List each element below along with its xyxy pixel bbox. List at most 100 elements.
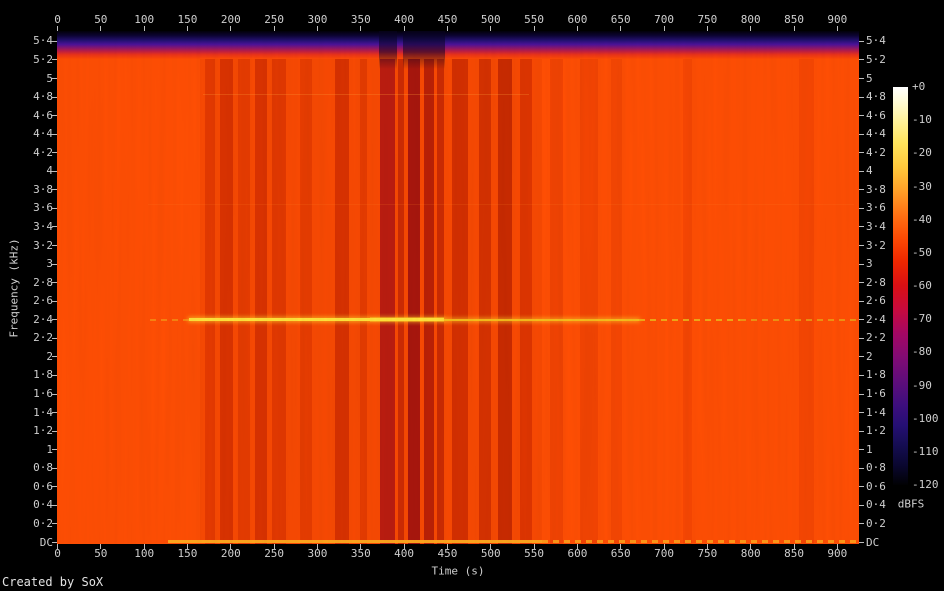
time-tick-label: 350: [350, 13, 371, 26]
freq-tick-mark: [859, 96, 864, 98]
time-tick-mark: [793, 544, 795, 549]
freq-tick-mark: [52, 170, 57, 172]
freq-tick-mark: [52, 504, 57, 506]
freq-tick-label: 3·2: [866, 238, 886, 252]
time-tick-label: 100: [134, 547, 155, 560]
freq-tick-mark: [52, 96, 57, 98]
freq-tick-mark: [52, 133, 57, 135]
freq-tick-label: 5·2: [866, 52, 886, 66]
db-tick-label: -50: [912, 245, 932, 259]
time-tick-mark: [403, 26, 405, 31]
time-tick-label: 50: [94, 13, 108, 26]
time-tick-mark: [620, 26, 622, 31]
freq-tick-mark: [859, 542, 864, 543]
freq-tick-label: 5: [866, 71, 873, 85]
time-tick-label: 600: [567, 547, 588, 560]
freq-tick-label: 1·6: [33, 387, 53, 401]
db-tick-label: -120: [912, 478, 939, 491]
time-tick-label: 400: [394, 13, 415, 26]
db-tick-label: -40: [912, 212, 932, 226]
freq-tick-mark: [859, 78, 864, 79]
time-tick-mark: [576, 544, 578, 549]
freq-tick-mark: [859, 412, 864, 414]
time-tick-mark: [836, 544, 838, 549]
time-tick-mark: [793, 26, 795, 31]
time-tick-label: 100: [134, 13, 155, 26]
freq-tick-label: 3·6: [33, 201, 53, 215]
freq-tick-mark: [859, 226, 864, 228]
time-tick-label: 0: [54, 13, 61, 26]
time-tick-mark: [273, 26, 275, 31]
freq-tick-mark: [52, 430, 57, 432]
freq-tick-label: 4·2: [866, 145, 886, 159]
freq-tick-mark: [859, 115, 864, 117]
freq-tick-mark: [52, 115, 57, 117]
freq-tick-mark: [52, 78, 57, 79]
freq-tick-label: 4·8: [33, 90, 53, 104]
time-tick-label: 300: [307, 13, 328, 26]
time-tick-mark: [446, 544, 448, 549]
freq-tick-label: 2·8: [33, 275, 53, 289]
freq-tick-label: 5·2: [33, 52, 53, 66]
time-tick-label: 150: [177, 547, 198, 560]
freq-tick-mark: [859, 337, 864, 339]
time-tick-label: 200: [220, 13, 241, 26]
freq-tick-mark: [859, 282, 864, 284]
time-tick-mark: [100, 26, 102, 31]
time-tick-label: 400: [394, 547, 415, 560]
time-tick-mark: [663, 26, 665, 31]
freq-tick-label: 4·6: [866, 108, 886, 122]
time-tick-label: 800: [740, 13, 761, 26]
freq-tick-label: 0·6: [33, 479, 53, 493]
freq-tick-mark: [52, 59, 57, 61]
freq-tick-mark: [52, 282, 57, 284]
time-tick-mark: [446, 26, 448, 31]
time-tick-mark: [230, 544, 232, 549]
freq-tick-mark: [52, 337, 57, 339]
spectrogram-plot: [57, 31, 859, 544]
time-tick-label: 200: [220, 547, 241, 560]
db-tick-label: -10: [912, 113, 932, 127]
freq-tick-mark: [52, 207, 57, 209]
freq-tick-mark: [859, 189, 864, 191]
time-tick-label: 450: [437, 547, 458, 560]
freq-tick-label: 4: [46, 164, 53, 178]
freq-tick-label: 0·4: [866, 498, 886, 512]
db-tick-label: -110: [912, 444, 939, 458]
freq-tick-label: 3: [46, 257, 53, 271]
db-tick-label: -20: [912, 146, 932, 160]
noise-texture: [57, 31, 859, 544]
time-tick-mark: [750, 544, 752, 549]
dbfs-colorbar: [893, 87, 908, 485]
freq-tick-mark: [859, 207, 864, 209]
freq-tick-label: 5: [46, 71, 53, 85]
freq-tick-label: 2·2: [866, 331, 886, 345]
freq-tick-mark: [859, 467, 864, 469]
freq-tick-mark: [52, 245, 57, 247]
freq-tick-mark: [52, 40, 57, 42]
time-tick-mark: [186, 26, 188, 31]
time-tick-label: 250: [264, 13, 285, 26]
time-tick-label: 750: [697, 547, 718, 560]
freq-tick-label: 3·8: [866, 182, 886, 196]
freq-tick-mark: [859, 300, 864, 302]
sox-watermark: Created by SoX: [2, 575, 104, 589]
freq-tick-label: 2·8: [866, 275, 886, 289]
freq-tick-mark: [52, 356, 57, 358]
freq-tick-mark: [859, 59, 864, 61]
time-tick-label: 900: [827, 13, 848, 26]
time-tick-mark: [57, 26, 58, 31]
freq-tick-mark: [52, 467, 57, 469]
freq-tick-label: 2: [866, 349, 873, 363]
time-tick-label: 750: [697, 13, 718, 26]
time-tick-mark: [490, 544, 492, 549]
time-tick-mark: [316, 544, 318, 549]
freq-tick-label: 4·6: [33, 108, 53, 122]
freq-tick-label: DC: [39, 535, 53, 549]
time-tick-label: 250: [264, 547, 285, 560]
freq-tick-mark: [52, 374, 57, 376]
freq-tick-label: 3·4: [33, 219, 53, 233]
time-tick-mark: [490, 26, 492, 31]
time-tick-mark: [403, 544, 405, 549]
db-tick-label: +0: [912, 80, 926, 93]
